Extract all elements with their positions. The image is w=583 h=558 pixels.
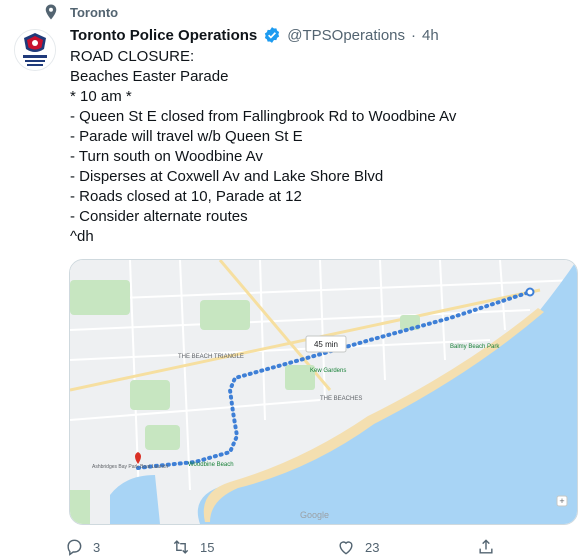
like-count: 23 — [365, 539, 380, 555]
tweet-line: - Turn south on Woodbine Av — [70, 148, 263, 165]
map-image[interactable]: 45 min THE BEACH TRIANGLE THE BEACHES Ba… — [69, 259, 578, 525]
route-map: 45 min THE BEACH TRIANGLE THE BEACHES Ba… — [70, 260, 577, 524]
share-icon — [479, 539, 493, 554]
svg-text:+: + — [559, 496, 564, 506]
separator-dot: · — [411, 26, 417, 44]
google-logo: Google — [300, 510, 329, 520]
police-badge-logo — [15, 30, 55, 70]
tweet-header: Toronto Police Operations @TPSOperations… — [70, 24, 575, 46]
context-label: Toronto — [70, 4, 119, 20]
tweet-line: ^dh — [70, 228, 94, 245]
handle[interactable]: @TPSOperations — [287, 27, 405, 44]
retweet-button[interactable]: 15 — [171, 536, 214, 558]
map-label: THE BEACH TRIANGLE — [178, 354, 244, 360]
tweet-line: - Parade will travel w/b Queen St E — [70, 128, 303, 145]
tweet-line: ROAD CLOSURE: — [70, 48, 195, 65]
map-label: Kew Gardens — [310, 368, 346, 374]
verified-badge-icon — [265, 27, 280, 43]
like-icon — [339, 541, 353, 555]
display-name[interactable]: Toronto Police Operations — [70, 27, 257, 44]
tweet-text: ROAD CLOSURE: Beaches Easter Parade * 10… — [70, 47, 570, 247]
share-button[interactable] — [476, 536, 496, 558]
reply-icon — [67, 539, 82, 556]
tweet-line: - Disperses at Coxwell Av and Lake Shore… — [70, 168, 384, 185]
tweet-line: Beaches Easter Parade — [70, 68, 229, 85]
like-button[interactable]: 23 — [336, 536, 379, 558]
reply-count: 3 — [93, 539, 101, 555]
tweet-line: - Queen St E closed from Fallingbrook Rd… — [70, 108, 457, 125]
map-label: THE BEACHES — [320, 396, 362, 402]
timestamp[interactable]: 4h — [422, 27, 439, 44]
tweet-line: - Roads closed at 10, Parade at 12 — [70, 188, 302, 205]
map-label: Ashbridges Bay Park Boat Launch — [92, 464, 168, 470]
map-label: Balmy Beach Park — [450, 344, 500, 350]
tweet-line: * 10 am * — [70, 88, 132, 105]
reply-button[interactable]: 3 — [64, 536, 100, 558]
tweet-context[interactable]: Toronto — [42, 2, 118, 22]
tweet-actions: 3 15 23 — [64, 536, 576, 558]
retweet-count: 15 — [200, 539, 215, 555]
location-pin-icon — [45, 4, 57, 20]
avatar[interactable] — [14, 29, 56, 71]
map-label: Woodbine Beach — [188, 462, 234, 468]
tweet-line: - Consider alternate routes — [70, 208, 248, 225]
duration-label: 45 min — [314, 340, 338, 349]
retweet-icon — [173, 540, 189, 554]
